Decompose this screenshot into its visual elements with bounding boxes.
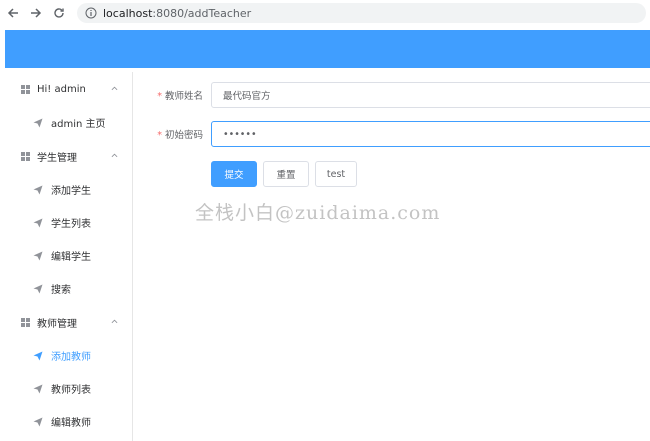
- required-mark: *: [157, 130, 162, 141]
- chevron-up-icon: [111, 319, 118, 324]
- info-icon[interactable]: [85, 7, 97, 19]
- sidebar: Hi! admin admin 主页 学生管理 添加学生 学生列表 编辑学生 搜…: [5, 72, 133, 441]
- sidebar-item-edit-teacher[interactable]: 编辑教师: [5, 405, 132, 438]
- password-label-text: 初始密码: [164, 130, 203, 141]
- back-button[interactable]: [3, 3, 23, 23]
- sidebar-item-label: admin 主页: [51, 119, 106, 130]
- sidebar-item-label: 编辑学生: [51, 252, 91, 263]
- watermark: 全栈小白@zuidaima.com: [195, 202, 441, 224]
- paper-plane-icon: [33, 351, 43, 360]
- grid-icon: [21, 151, 30, 161]
- initial-password-input[interactable]: ••••••: [211, 121, 650, 147]
- paper-plane-icon: [33, 218, 43, 227]
- reload-button[interactable]: [49, 3, 69, 23]
- paper-plane-icon: [33, 284, 43, 293]
- sidebar-item-label: 学生列表: [51, 219, 91, 230]
- sidebar-item-label: 搜索: [51, 285, 71, 296]
- submenu-title: 教师管理: [37, 318, 77, 330]
- sidebar-item-add-student[interactable]: 添加学生: [5, 173, 132, 206]
- submenu-title: Hi! admin: [37, 83, 86, 95]
- chevron-up-icon: [111, 153, 118, 158]
- submenu-teacher-management[interactable]: 教师管理: [5, 305, 132, 339]
- paper-plane-icon: [33, 384, 43, 393]
- app-header: [5, 30, 650, 68]
- sidebar-item-student-list[interactable]: 学生列表: [5, 206, 132, 239]
- sidebar-item-label: 添加学生: [51, 186, 91, 197]
- test-button[interactable]: test: [315, 161, 357, 187]
- password-label: * 初始密码: [150, 127, 211, 141]
- grid-icon: [21, 317, 30, 327]
- sidebar-item-admin-home[interactable]: admin 主页: [5, 106, 132, 139]
- sidebar-item-add-teacher[interactable]: 添加教师: [5, 339, 132, 372]
- url-path: :8080/addTeacher: [152, 6, 252, 20]
- arrow-right-icon: [31, 8, 42, 18]
- url-host: localhost: [103, 6, 153, 20]
- form-row-password: * 初始密码 ••••••: [150, 121, 650, 147]
- address-bar[interactable]: localhost:8080/addTeacher: [77, 3, 646, 23]
- name-label: * 教师姓名: [150, 88, 211, 102]
- sidebar-item-search[interactable]: 搜索: [5, 272, 132, 305]
- submenu-hi-admin[interactable]: Hi! admin: [5, 72, 132, 106]
- sidebar-item-teacher-list[interactable]: 教师列表: [5, 372, 132, 405]
- sidebar-item-label: 添加教师: [51, 352, 91, 363]
- submenu-student-management[interactable]: 学生管理: [5, 139, 132, 173]
- submenu-title: 学生管理: [37, 152, 77, 164]
- browser-toolbar: localhost:8080/addTeacher: [0, 0, 650, 26]
- sidebar-item-edit-student[interactable]: 编辑学生: [5, 239, 132, 272]
- arrow-left-icon: [7, 8, 18, 18]
- required-mark: *: [157, 91, 162, 102]
- form-row-name: * 教师姓名 最代码官方: [150, 82, 650, 108]
- sidebar-item-label: 教师列表: [51, 385, 91, 396]
- reload-icon: [54, 8, 64, 18]
- paper-plane-icon: [33, 118, 43, 127]
- sidebar-item-label: 编辑教师: [51, 418, 91, 429]
- paper-plane-icon: [33, 185, 43, 194]
- forward-button[interactable]: [26, 3, 46, 23]
- chevron-up-icon: [111, 86, 118, 91]
- submit-button[interactable]: 提交: [211, 161, 257, 187]
- paper-plane-icon: [33, 251, 43, 260]
- name-label-text: 教师姓名: [164, 91, 203, 102]
- paper-plane-icon: [33, 417, 43, 426]
- teacher-name-input[interactable]: 最代码官方: [211, 82, 650, 108]
- grid-icon: [21, 84, 30, 94]
- reset-button[interactable]: 重置: [263, 161, 309, 187]
